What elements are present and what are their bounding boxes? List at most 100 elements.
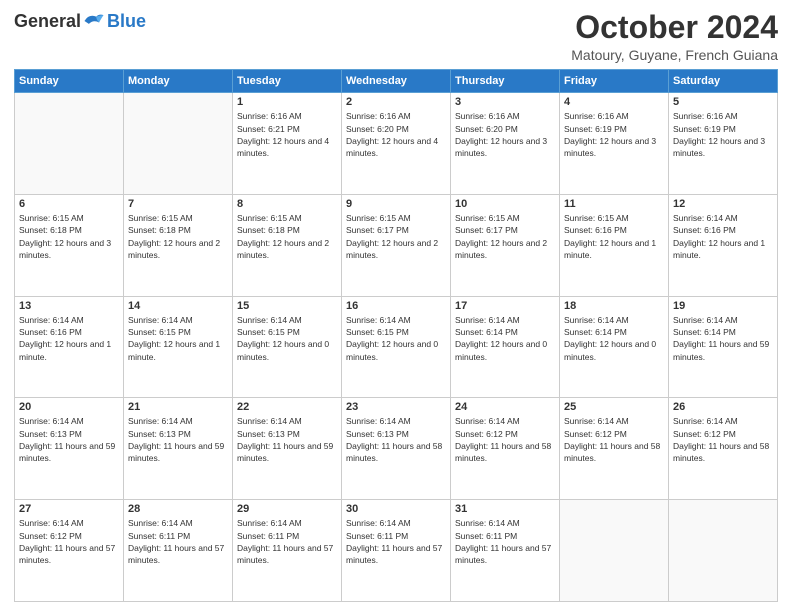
day-number: 28 — [128, 503, 228, 515]
week-row-3: 13 Sunrise: 6:14 AM Sunset: 6:16 PM Dayli… — [15, 296, 778, 398]
calendar-cell: 28 Sunrise: 6:14 AM Sunset: 6:11 PM Dayli… — [124, 500, 233, 602]
day-number: 26 — [673, 401, 773, 413]
day-number: 5 — [673, 96, 773, 108]
weekday-header-monday: Monday — [124, 70, 233, 93]
day-info: Sunrise: 6:14 AM Sunset: 6:11 PM Dayligh… — [237, 517, 337, 566]
day-number: 16 — [346, 300, 446, 312]
day-number: 1 — [237, 96, 337, 108]
day-info: Sunrise: 6:15 AM Sunset: 6:18 PM Dayligh… — [237, 212, 337, 261]
day-info: Sunrise: 6:16 AM Sunset: 6:20 PM Dayligh… — [455, 110, 555, 159]
day-number: 31 — [455, 503, 555, 515]
weekday-header-wednesday: Wednesday — [342, 70, 451, 93]
day-info: Sunrise: 6:16 AM Sunset: 6:20 PM Dayligh… — [346, 110, 446, 159]
day-info: Sunrise: 6:14 AM Sunset: 6:14 PM Dayligh… — [673, 314, 773, 363]
day-info: Sunrise: 6:14 AM Sunset: 6:13 PM Dayligh… — [346, 415, 446, 464]
calendar-cell: 16 Sunrise: 6:14 AM Sunset: 6:15 PM Dayli… — [342, 296, 451, 398]
calendar-cell: 8 Sunrise: 6:15 AM Sunset: 6:18 PM Daylig… — [233, 194, 342, 296]
weekday-header-saturday: Saturday — [669, 70, 778, 93]
day-number: 4 — [564, 96, 664, 108]
day-info: Sunrise: 6:15 AM Sunset: 6:18 PM Dayligh… — [128, 212, 228, 261]
week-row-1: 1 Sunrise: 6:16 AM Sunset: 6:21 PM Daylig… — [15, 93, 778, 195]
day-info: Sunrise: 6:14 AM Sunset: 6:13 PM Dayligh… — [19, 415, 119, 464]
day-info: Sunrise: 6:14 AM Sunset: 6:15 PM Dayligh… — [346, 314, 446, 363]
day-info: Sunrise: 6:14 AM Sunset: 6:13 PM Dayligh… — [128, 415, 228, 464]
calendar-cell: 13 Sunrise: 6:14 AM Sunset: 6:16 PM Dayli… — [15, 296, 124, 398]
calendar-cell: 18 Sunrise: 6:14 AM Sunset: 6:14 PM Dayli… — [560, 296, 669, 398]
day-number: 14 — [128, 300, 228, 312]
day-number: 8 — [237, 198, 337, 210]
calendar-cell: 27Sunrise: 6:14 AM Sunset: 6:12 PM Dayli… — [15, 500, 124, 602]
day-number: 13 — [19, 300, 119, 312]
day-info: Sunrise: 6:14 AM Sunset: 6:15 PM Dayligh… — [237, 314, 337, 363]
page: General Blue October 2024 Matoury, Guyan… — [0, 0, 792, 612]
calendar-cell: 22 Sunrise: 6:14 AM Sunset: 6:13 PM Dayli… — [233, 398, 342, 500]
day-number: 20 — [19, 401, 119, 413]
day-number: 9 — [346, 198, 446, 210]
day-info: Sunrise: 6:15 AM Sunset: 6:17 PM Dayligh… — [455, 212, 555, 261]
weekday-header-row: SundayMondayTuesdayWednesdayThursdayFrid… — [15, 70, 778, 93]
weekday-header-tuesday: Tuesday — [233, 70, 342, 93]
calendar-cell: 24 Sunrise: 6:14 AM Sunset: 6:12 PM Dayli… — [451, 398, 560, 500]
calendar-cell: 15Sunrise: 6:14 AM Sunset: 6:15 PM Dayli… — [233, 296, 342, 398]
day-info: Sunrise: 6:14 AM Sunset: 6:15 PM Dayligh… — [128, 314, 228, 363]
calendar-cell — [669, 500, 778, 602]
day-info: Sunrise: 6:14 AM Sunset: 6:14 PM Dayligh… — [455, 314, 555, 363]
calendar-cell: 26 Sunrise: 6:14 AM Sunset: 6:12 PM Dayli… — [669, 398, 778, 500]
calendar-cell: 9 Sunrise: 6:15 AM Sunset: 6:17 PM Daylig… — [342, 194, 451, 296]
day-info: Sunrise: 6:14 AM Sunset: 6:16 PM Dayligh… — [19, 314, 119, 363]
day-info: Sunrise: 6:14 AM Sunset: 6:11 PM Dayligh… — [455, 517, 555, 566]
day-number: 17 — [455, 300, 555, 312]
day-number: 18 — [564, 300, 664, 312]
day-number: 24 — [455, 401, 555, 413]
day-number: 7 — [128, 198, 228, 210]
calendar-cell: 21Sunrise: 6:14 AM Sunset: 6:13 PM Dayli… — [124, 398, 233, 500]
calendar-cell: 20 Sunrise: 6:14 AM Sunset: 6:13 PM Dayli… — [15, 398, 124, 500]
day-info: Sunrise: 6:14 AM Sunset: 6:12 PM Dayligh… — [564, 415, 664, 464]
calendar-cell: 30Sunrise: 6:14 AM Sunset: 6:11 PM Dayli… — [342, 500, 451, 602]
calendar-cell: 10 Sunrise: 6:15 AM Sunset: 6:17 PM Dayli… — [451, 194, 560, 296]
weekday-header-sunday: Sunday — [15, 70, 124, 93]
day-info: Sunrise: 6:14 AM Sunset: 6:11 PM Dayligh… — [346, 517, 446, 566]
logo: General Blue — [14, 10, 146, 32]
week-row-5: 27Sunrise: 6:14 AM Sunset: 6:12 PM Dayli… — [15, 500, 778, 602]
day-info: Sunrise: 6:14 AM Sunset: 6:11 PM Dayligh… — [128, 517, 228, 566]
logo-bird-icon — [83, 10, 105, 32]
day-info: Sunrise: 6:16 AM Sunset: 6:19 PM Dayligh… — [673, 110, 773, 159]
day-info: Sunrise: 6:16 AM Sunset: 6:21 PM Dayligh… — [237, 110, 337, 159]
calendar-cell: 23 Sunrise: 6:14 AM Sunset: 6:13 PM Dayli… — [342, 398, 451, 500]
day-info: Sunrise: 6:16 AM Sunset: 6:19 PM Dayligh… — [564, 110, 664, 159]
day-info: Sunrise: 6:15 AM Sunset: 6:17 PM Dayligh… — [346, 212, 446, 261]
day-number: 23 — [346, 401, 446, 413]
day-number: 10 — [455, 198, 555, 210]
day-number: 29 — [237, 503, 337, 515]
day-number: 11 — [564, 198, 664, 210]
logo-general-text: General — [14, 11, 81, 32]
day-info: Sunrise: 6:14 AM Sunset: 6:16 PM Dayligh… — [673, 212, 773, 261]
day-info: Sunrise: 6:14 AM Sunset: 6:12 PM Dayligh… — [455, 415, 555, 464]
title-block: October 2024 Matoury, Guyane, French Gui… — [571, 10, 778, 63]
day-number: 25 — [564, 401, 664, 413]
calendar-cell — [124, 93, 233, 195]
day-number: 22 — [237, 401, 337, 413]
weekday-header-friday: Friday — [560, 70, 669, 93]
day-number: 12 — [673, 198, 773, 210]
day-info: Sunrise: 6:14 AM Sunset: 6:13 PM Dayligh… — [237, 415, 337, 464]
calendar-cell: 14 Sunrise: 6:14 AM Sunset: 6:15 PM Dayli… — [124, 296, 233, 398]
day-info: Sunrise: 6:15 AM Sunset: 6:18 PM Dayligh… — [19, 212, 119, 261]
logo-blue-text: Blue — [107, 11, 146, 32]
day-number: 19 — [673, 300, 773, 312]
week-row-2: 6Sunrise: 6:15 AM Sunset: 6:18 PM Daylig… — [15, 194, 778, 296]
calendar-cell: 2 Sunrise: 6:16 AM Sunset: 6:20 PM Daylig… — [342, 93, 451, 195]
day-info: Sunrise: 6:14 AM Sunset: 6:14 PM Dayligh… — [564, 314, 664, 363]
calendar-cell: 7 Sunrise: 6:15 AM Sunset: 6:18 PM Daylig… — [124, 194, 233, 296]
day-info: Sunrise: 6:14 AM Sunset: 6:12 PM Dayligh… — [673, 415, 773, 464]
calendar-cell: 5 Sunrise: 6:16 AM Sunset: 6:19 PM Daylig… — [669, 93, 778, 195]
calendar-cell — [15, 93, 124, 195]
calendar-cell: 3Sunrise: 6:16 AM Sunset: 6:20 PM Daylig… — [451, 93, 560, 195]
week-row-4: 20 Sunrise: 6:14 AM Sunset: 6:13 PM Dayli… — [15, 398, 778, 500]
month-title: October 2024 — [571, 10, 778, 45]
day-number: 2 — [346, 96, 446, 108]
calendar-cell: 11Sunrise: 6:15 AM Sunset: 6:16 PM Dayli… — [560, 194, 669, 296]
day-info: Sunrise: 6:14 AM Sunset: 6:12 PM Dayligh… — [19, 517, 119, 566]
header: General Blue October 2024 Matoury, Guyan… — [14, 10, 778, 63]
